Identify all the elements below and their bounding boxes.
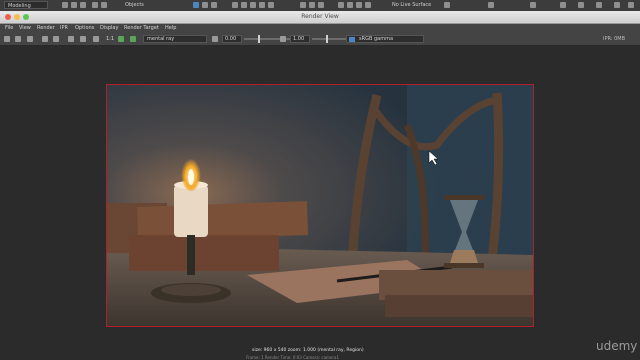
colorspace-value: sRGB gamma [359, 36, 394, 42]
hypershade-icon[interactable] [365, 2, 371, 8]
output-ops-icon[interactable] [318, 2, 324, 8]
live-surface-label[interactable]: No Live Surface [392, 1, 431, 10]
redo-render-icon[interactable] [4, 36, 10, 42]
remove-image-icon[interactable] [80, 36, 86, 42]
color-management-icon [349, 37, 355, 42]
window-title-bar: Render View [0, 11, 640, 24]
colorspace-select[interactable]: sRGB gamma [346, 35, 424, 43]
snap-surface-icon[interactable] [268, 2, 274, 8]
render-info-text: Frame: 1 Render Time: 0:03 Camera: camer… [246, 355, 340, 360]
redo-icon[interactable] [101, 2, 107, 8]
menu-render-target[interactable]: Render Target [124, 24, 159, 33]
x-field-icon[interactable] [444, 2, 450, 8]
snap-view-icon[interactable] [259, 2, 265, 8]
save-scene-icon[interactable] [80, 2, 86, 8]
render-image-frame [106, 84, 534, 327]
udemy-watermark: udemy [596, 339, 638, 353]
mode-select[interactable]: Modeling [4, 1, 48, 9]
objects-label[interactable]: Objects [125, 1, 144, 10]
menu-help[interactable]: Help [165, 24, 176, 33]
undo-icon[interactable] [92, 2, 98, 8]
keep-image-icon[interactable] [68, 36, 74, 42]
ipr-green-icon[interactable] [130, 36, 136, 42]
attribute-editor-icon[interactable] [596, 2, 602, 8]
render-image [107, 85, 533, 326]
snapshot-icon[interactable] [27, 36, 33, 42]
window-title: Render View [301, 13, 339, 20]
exposure-slider-handle[interactable] [258, 35, 260, 43]
gamma-icon [280, 36, 286, 42]
render-green-icon[interactable] [118, 36, 124, 42]
select-tool-icon[interactable] [193, 2, 199, 8]
zoom-icon[interactable] [93, 36, 99, 42]
render-frame-icon[interactable] [338, 2, 344, 8]
tool-settings-icon[interactable] [628, 2, 634, 8]
open-scene-icon[interactable] [71, 2, 77, 8]
new-scene-icon[interactable] [62, 2, 68, 8]
ipr-memory-label: IPR: 0MB [603, 36, 626, 42]
lasso-tool-icon[interactable] [202, 2, 208, 8]
snap-grid-icon[interactable] [232, 2, 238, 8]
render-toolbar: 1:1 mental ray 0.00 1.00 sRGB gamma IPR:… [0, 33, 640, 46]
menu-view[interactable]: View [19, 24, 31, 33]
input-ops-icon[interactable] [309, 2, 315, 8]
display-rgb-icon[interactable] [42, 36, 48, 42]
renderer-select[interactable]: mental ray [143, 35, 207, 43]
gamma-slider-handle[interactable] [326, 35, 328, 43]
history-icon[interactable] [300, 2, 306, 8]
render-status-text: size: 960 x 540 zoom: 1.000 (mental ray,… [252, 348, 364, 353]
menu-bar: File View Render IPR Options Display Ren… [0, 24, 640, 33]
gamma-field[interactable]: 1.00 [290, 35, 310, 43]
render-settings-icon[interactable] [356, 2, 362, 8]
menu-render[interactable]: Render [37, 24, 55, 33]
y-field-icon[interactable] [488, 2, 494, 8]
ipr-render-icon[interactable] [347, 2, 353, 8]
exposure-icon [212, 36, 218, 42]
snap-curve-icon[interactable] [241, 2, 247, 8]
modeling-toolkit-icon[interactable] [578, 2, 584, 8]
menu-display[interactable]: Display [100, 24, 118, 33]
z-field-icon[interactable] [530, 2, 536, 8]
menu-file[interactable]: File [5, 24, 13, 33]
menu-ipr[interactable]: IPR [60, 24, 68, 33]
snap-point-icon[interactable] [250, 2, 256, 8]
sign-in-icon[interactable] [560, 2, 566, 8]
menu-options[interactable]: Options [75, 24, 94, 33]
render-region-icon[interactable] [15, 36, 21, 42]
exposure-field[interactable]: 0.00 [222, 35, 242, 43]
real-size-button[interactable]: 1:1 [106, 33, 114, 45]
channel-box-icon[interactable] [614, 2, 620, 8]
display-alpha-icon[interactable] [53, 36, 59, 42]
paint-select-icon[interactable] [211, 2, 217, 8]
